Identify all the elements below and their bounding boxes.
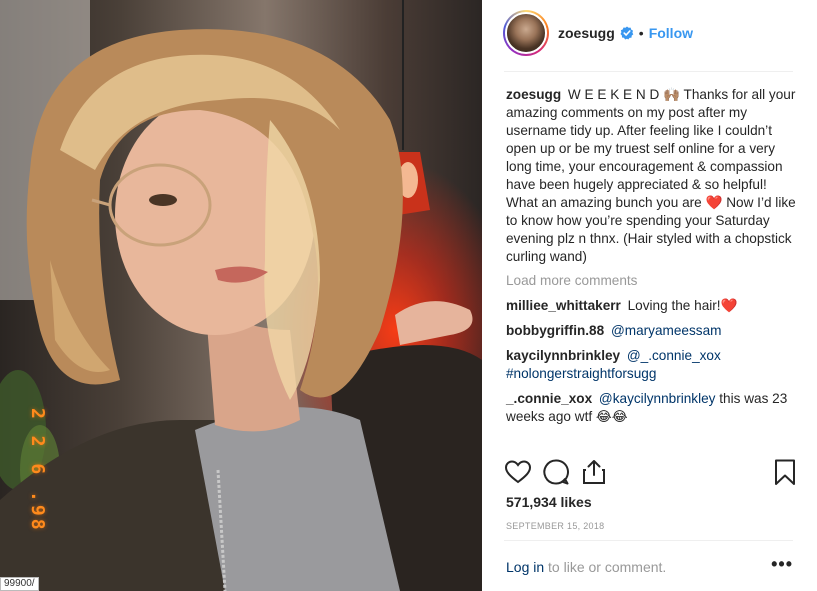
login-link[interactable]: Log in <box>506 559 544 575</box>
photo-illustration <box>0 0 482 591</box>
comment-mention[interactable]: @kaycilynnbrinkley <box>599 391 716 406</box>
photo-corner-tag: 99900/ <box>0 577 39 591</box>
photo-date-stamp: 2 2 6 .98 <box>27 408 48 533</box>
caption-text: W E E K E N D 🙌🏽 Thanks for all your ama… <box>506 87 796 264</box>
more-options-icon[interactable]: ••• <box>771 554 793 575</box>
likes-count[interactable]: 571,934 likes <box>506 494 592 510</box>
comment-item: kaycilynnbrinkley @_.connie_xox #nolonge… <box>506 347 796 383</box>
post-header: zoesugg • Follow <box>482 0 817 71</box>
comment-username[interactable]: _.connie_xox <box>506 391 592 406</box>
caption-username[interactable]: zoesugg <box>506 87 561 102</box>
bookmark-icon[interactable] <box>771 458 799 486</box>
comment-mention[interactable]: @_.connie_xox <box>627 348 721 363</box>
follow-button[interactable]: Follow <box>649 25 693 41</box>
author-avatar[interactable] <box>505 12 547 54</box>
author-row: zoesugg • Follow <box>558 25 693 41</box>
post-details-panel: zoesugg • Follow zoesugg W E E K E N D 🙌… <box>482 0 817 591</box>
comment-username[interactable]: bobbygriffin.88 <box>506 323 604 338</box>
header-divider <box>504 71 793 72</box>
load-more-comments-button[interactable]: Load more comments <box>506 272 796 290</box>
author-username[interactable]: zoesugg <box>558 25 615 41</box>
footer-divider <box>504 540 793 541</box>
comment-hashtag[interactable]: #nolongerstraightforsugg <box>506 366 656 381</box>
post-caption: zoesugg W E E K E N D 🙌🏽 Thanks for all … <box>506 86 796 266</box>
author-avatar-ring[interactable] <box>503 10 549 56</box>
post-actions-bar <box>504 458 799 488</box>
comment-username[interactable]: kaycilynnbrinkley <box>506 348 620 363</box>
login-prompt: Log in to like or comment. <box>506 559 796 575</box>
login-prompt-text: to like or comment. <box>544 559 667 575</box>
heart-icon[interactable] <box>504 458 532 486</box>
comment-text: Loving the hair!❤️ <box>627 298 738 313</box>
comments-list: zoesugg W E E K E N D 🙌🏽 Thanks for all … <box>506 86 796 426</box>
comment-bubble-icon[interactable] <box>542 458 570 486</box>
comment-item: _.connie_xox @kaycilynnbrinkley this was… <box>506 390 796 426</box>
comment-username[interactable]: milliee_whittakerr <box>506 298 621 313</box>
verified-badge-icon <box>620 26 634 40</box>
post-timestamp: SEPTEMBER 15, 2018 <box>506 521 605 531</box>
comment-item: bobbygriffin.88 @maryameessam <box>506 322 796 340</box>
author-separator-dot: • <box>638 25 644 41</box>
share-upload-icon[interactable] <box>580 458 608 486</box>
comment-item: milliee_whittakerr Loving the hair!❤️ <box>506 297 796 315</box>
post-photo[interactable]: 2 2 6 .98 99900/ <box>0 0 482 591</box>
comment-mention[interactable]: @maryameessam <box>611 323 722 338</box>
